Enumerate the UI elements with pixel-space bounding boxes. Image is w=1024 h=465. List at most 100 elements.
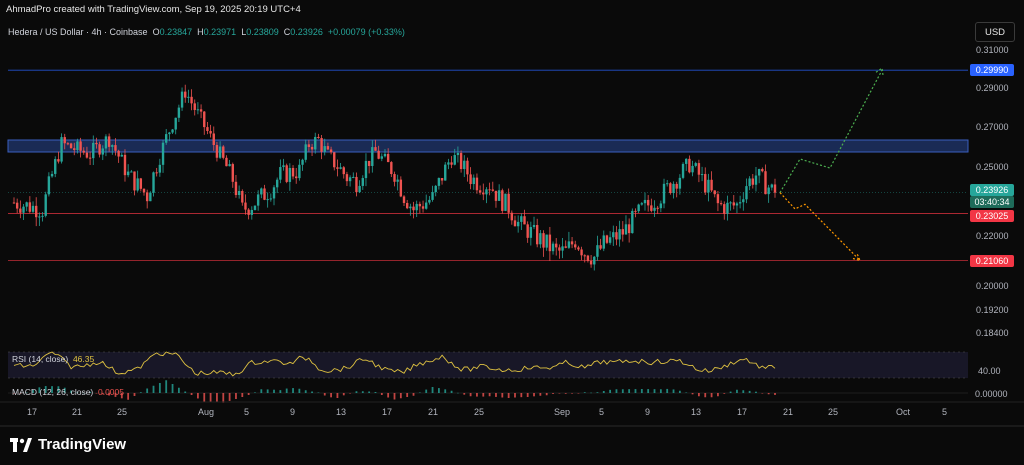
candle-body xyxy=(704,174,707,193)
price-tick: 0.31000 xyxy=(976,45,1009,55)
time-tick: Oct xyxy=(896,407,911,417)
macd-legend: MACD (12, 26, close) 0.0005 xyxy=(12,387,124,397)
candle-body xyxy=(580,249,583,256)
resistance-zone xyxy=(7,139,969,153)
brand-name: TradingView xyxy=(38,436,127,453)
macd-bar xyxy=(755,391,757,393)
macd-bar xyxy=(514,393,516,398)
candle-body xyxy=(681,163,685,178)
candle-body xyxy=(691,165,694,173)
candle-body xyxy=(206,127,209,132)
candle-body xyxy=(678,177,682,189)
candle-body xyxy=(269,198,273,200)
candle-body xyxy=(126,171,130,176)
candle-body xyxy=(149,192,152,202)
candle-body xyxy=(738,202,742,204)
candle-body xyxy=(120,154,124,157)
candle-body xyxy=(751,178,755,185)
candle-body xyxy=(608,237,612,243)
candle-body xyxy=(421,206,425,209)
candle-body xyxy=(348,177,352,182)
price-tick: 0.18400 xyxy=(976,328,1009,338)
macd-bar xyxy=(279,390,282,393)
price-chart[interactable] xyxy=(0,0,1024,465)
candle-body xyxy=(329,149,333,153)
macd-bar xyxy=(247,393,250,395)
candle-body xyxy=(450,162,453,165)
candle-body xyxy=(187,96,190,98)
candle-body xyxy=(532,225,536,228)
macd-bar xyxy=(418,392,421,393)
candle-body xyxy=(288,167,292,182)
candle-body xyxy=(599,245,602,249)
candle-body xyxy=(85,152,89,158)
candle-body xyxy=(555,243,558,248)
macd-bar xyxy=(609,389,612,393)
candle-body xyxy=(637,204,640,212)
macd-bar xyxy=(526,393,529,397)
macd-bar xyxy=(254,392,256,393)
candle-body xyxy=(425,202,428,209)
macd-bar xyxy=(165,380,168,393)
macd-bar xyxy=(564,393,567,394)
macd-bar xyxy=(380,393,383,395)
candle-body xyxy=(60,137,63,162)
chart-frame: AhmadPro created with TradingView.com, S… xyxy=(0,0,1024,465)
candle-body xyxy=(650,205,653,211)
macd-bar xyxy=(368,391,371,393)
macd-bar xyxy=(399,393,402,399)
time-tick: 21 xyxy=(72,407,83,417)
candle-body xyxy=(314,136,317,150)
candle-body xyxy=(104,136,108,149)
macd-bar xyxy=(698,393,700,397)
candle-body xyxy=(285,165,288,182)
candle-body xyxy=(624,224,628,235)
macd-bar xyxy=(666,388,669,393)
candle-body xyxy=(570,241,574,245)
candle-body xyxy=(345,174,349,182)
candle-body xyxy=(139,178,143,189)
macd-bar xyxy=(729,391,732,393)
macd-bar xyxy=(437,388,440,393)
candle-body xyxy=(234,181,238,195)
candle-body xyxy=(263,188,266,200)
candle-body xyxy=(615,232,618,240)
tradingview-logo[interactable]: TradingView xyxy=(10,436,126,453)
candle-body xyxy=(73,148,76,151)
candle-body xyxy=(757,169,761,176)
candle-body xyxy=(627,224,631,234)
macd-bar xyxy=(323,393,326,396)
macd-bar xyxy=(260,389,263,393)
candle-body xyxy=(764,171,767,195)
candle-body xyxy=(275,179,279,188)
candle-body xyxy=(675,183,678,189)
candle-body xyxy=(685,158,688,164)
candle-body xyxy=(405,202,409,209)
candle-body xyxy=(656,207,659,209)
candle-body xyxy=(336,167,339,169)
candle-body xyxy=(596,245,599,257)
candle-body xyxy=(291,167,295,177)
candle-body xyxy=(770,184,774,188)
candle-body xyxy=(516,221,520,227)
candle-body xyxy=(485,189,488,195)
candle-body xyxy=(352,176,355,178)
candle-body xyxy=(152,172,155,193)
macd-value: 0.0005 xyxy=(97,387,124,397)
candle-body xyxy=(63,137,66,144)
macd-bar xyxy=(266,389,269,393)
candle-body xyxy=(111,145,114,147)
candle-body xyxy=(76,141,79,151)
price-tick: 0.29000 xyxy=(976,83,1009,93)
candle-body xyxy=(196,109,200,111)
candle-body xyxy=(28,202,32,212)
candle-body xyxy=(440,178,444,181)
candle-body xyxy=(225,157,228,167)
time-tick: 25 xyxy=(828,407,839,417)
candle-body xyxy=(342,167,345,175)
candle-body xyxy=(253,205,257,210)
candle-body xyxy=(323,146,326,152)
candle-body xyxy=(165,134,168,143)
candle-body xyxy=(364,160,368,179)
candle-body xyxy=(723,204,726,214)
